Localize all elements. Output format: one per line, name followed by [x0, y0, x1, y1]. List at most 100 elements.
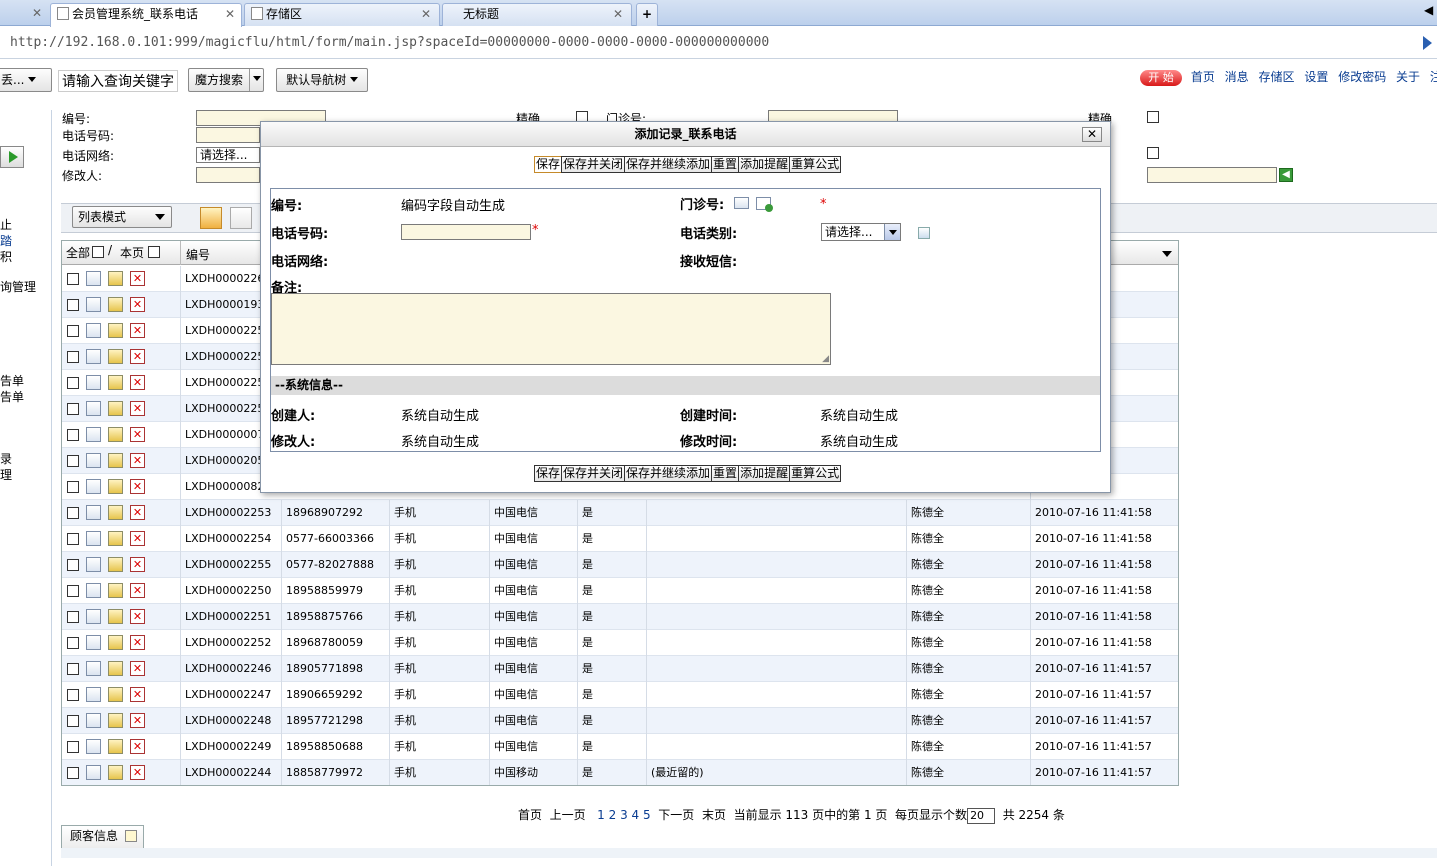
save-continue-button[interactable]: 保存并继续添加	[624, 465, 713, 482]
table-row[interactable]: ✕ LXDH00002251 18958875766 手机 中国电信是 陈德全 2010-0…	[62, 604, 1178, 630]
col-code-header[interactable]: 编号	[186, 246, 210, 263]
edit-icon[interactable]	[108, 609, 123, 624]
table-row[interactable]: ✕ LXDH00002248 18957721298 手机 中国电信是 陈德全 2010-0…	[62, 708, 1178, 734]
prev-page-link[interactable]: 上一页	[550, 808, 586, 822]
page-link-2[interactable]: 2	[609, 808, 617, 822]
delete-icon[interactable]: ✕	[130, 297, 145, 312]
last-page-link[interactable]: 末页	[702, 808, 726, 822]
edit-icon[interactable]	[108, 739, 123, 754]
row-checkbox[interactable]	[67, 715, 79, 727]
table-row[interactable]: ✕ LXDH00002246 18905771898 手机 中国电信是 陈德全 2010-0…	[62, 656, 1178, 682]
table-row[interactable]: ✕ LXDH00002253 18968907292 手机 中国电信是 陈德全 2010-0…	[62, 500, 1178, 526]
table-row[interactable]: ✕ LXDH00002247 18906659292 手机 中国电信是 陈德全 2010-0…	[62, 682, 1178, 708]
row-checkbox[interactable]	[67, 377, 79, 389]
add-reminder-button[interactable]: 添加提醒	[738, 465, 791, 482]
select-page-checkbox[interactable]	[148, 246, 160, 258]
tab-untitled[interactable]: 无标题 ✕	[442, 3, 632, 26]
view-icon[interactable]	[86, 323, 101, 338]
view-icon[interactable]	[86, 609, 101, 624]
edit-icon[interactable]	[108, 713, 123, 728]
view-icon[interactable]	[86, 297, 101, 312]
save-button[interactable]: 保存	[534, 156, 563, 173]
view-icon[interactable]	[86, 765, 101, 780]
page-link-1[interactable]: 1	[597, 808, 605, 822]
delete-icon[interactable]: ✕	[130, 505, 145, 520]
nav-item[interactable]: 录	[0, 450, 12, 467]
edit-icon[interactable]	[230, 207, 252, 229]
view-icon[interactable]	[86, 401, 101, 416]
delete-icon[interactable]: ✕	[130, 635, 145, 650]
view-icon[interactable]	[86, 375, 101, 390]
edit-icon[interactable]	[108, 479, 123, 494]
view-icon[interactable]	[86, 349, 101, 364]
phone-input[interactable]	[401, 224, 531, 240]
nav-item[interactable]: 告单	[0, 388, 24, 405]
menu-dropdown[interactable]: 丢...	[0, 68, 52, 92]
page-link-3[interactable]: 3	[620, 808, 628, 822]
view-icon[interactable]	[86, 713, 101, 728]
nav-item[interactable]: 理	[0, 466, 12, 483]
delete-icon[interactable]: ✕	[130, 557, 145, 572]
row-checkbox[interactable]	[67, 351, 79, 363]
row-checkbox[interactable]	[67, 611, 79, 623]
view-icon[interactable]	[86, 635, 101, 650]
row-checkbox[interactable]	[67, 507, 79, 519]
nav-item[interactable]: 积	[0, 248, 12, 265]
row-checkbox[interactable]	[67, 637, 79, 649]
per-page-input[interactable]: 20	[967, 807, 996, 824]
close-icon[interactable]: ✕	[32, 6, 42, 20]
add-linked-icon[interactable]	[756, 197, 773, 212]
save-button[interactable]: 保存	[534, 465, 563, 482]
edit-icon[interactable]	[108, 661, 123, 676]
recalc-button[interactable]: 重算公式	[789, 156, 842, 173]
filter-phone-input[interactable]	[196, 127, 260, 143]
link-storage[interactable]: 存储区	[1259, 70, 1295, 84]
row-checkbox[interactable]	[67, 429, 79, 441]
view-icon[interactable]	[86, 427, 101, 442]
page-link-5[interactable]: 5	[643, 808, 651, 822]
list-mode-select[interactable]: 列表模式	[72, 206, 172, 228]
tab-storage[interactable]: 存储区 ✕	[244, 3, 440, 26]
add-reminder-button[interactable]: 添加提醒	[738, 156, 791, 173]
delete-icon[interactable]: ✕	[130, 401, 145, 416]
view-icon[interactable]	[86, 479, 101, 494]
view-icon[interactable]	[86, 557, 101, 572]
magic-search-button[interactable]: 魔方搜索	[188, 68, 264, 92]
filter-modifier-input[interactable]	[196, 167, 260, 183]
view-icon[interactable]	[86, 505, 101, 520]
delete-icon[interactable]: ✕	[130, 531, 145, 546]
edit-icon[interactable]	[108, 635, 123, 650]
delete-icon[interactable]: ✕	[130, 375, 145, 390]
row-checkbox[interactable]	[67, 767, 79, 779]
edit-icon[interactable]	[108, 349, 123, 364]
row-checkbox[interactable]	[67, 273, 79, 285]
view-icon[interactable]	[86, 661, 101, 676]
delete-icon[interactable]: ✕	[130, 713, 145, 728]
delete-icon[interactable]: ✕	[130, 687, 145, 702]
delete-icon[interactable]: ✕	[130, 349, 145, 364]
apply-filter-icon[interactable]: ◀	[1279, 168, 1293, 182]
table-row[interactable]: ✕ LXDH00002244 18858779972 手机 中国移动是 (最近留的) 陈德全…	[62, 760, 1178, 785]
delete-icon[interactable]: ✕	[130, 739, 145, 754]
remark-textarea[interactable]: ◢	[271, 293, 831, 365]
go-icon[interactable]	[1423, 36, 1432, 50]
phone-type-select[interactable]: 请选择...	[821, 223, 901, 241]
first-page-link[interactable]: 首页	[518, 808, 542, 822]
add-record-icon[interactable]	[200, 207, 222, 229]
nav-item[interactable]: 告单	[0, 372, 24, 389]
link-about[interactable]: 关于	[1396, 70, 1420, 84]
view-icon[interactable]	[86, 583, 101, 598]
row-checkbox[interactable]	[67, 299, 79, 311]
delete-icon[interactable]: ✕	[130, 661, 145, 676]
row-checkbox[interactable]	[67, 741, 79, 753]
edit-icon[interactable]	[108, 583, 123, 598]
edit-icon[interactable]	[108, 323, 123, 338]
view-icon[interactable]	[86, 271, 101, 286]
delete-icon[interactable]: ✕	[130, 765, 145, 780]
table-row[interactable]: ✕ LXDH00002255 0577-82027888 手机 中国电信是 陈德全 2010…	[62, 552, 1178, 578]
tab-list-icon[interactable]: ◀	[1424, 3, 1433, 17]
save-close-button[interactable]: 保存并关闭	[561, 465, 626, 482]
table-row[interactable]: ✕ LXDH00002252 18968780059 手机 中国电信是 陈德全 2010-0…	[62, 630, 1178, 656]
chevron-down-icon[interactable]	[252, 76, 261, 81]
table-row[interactable]: ✕ LXDH00002249 18958850688 手机 中国电信是 陈德全 2010-0…	[62, 734, 1178, 760]
